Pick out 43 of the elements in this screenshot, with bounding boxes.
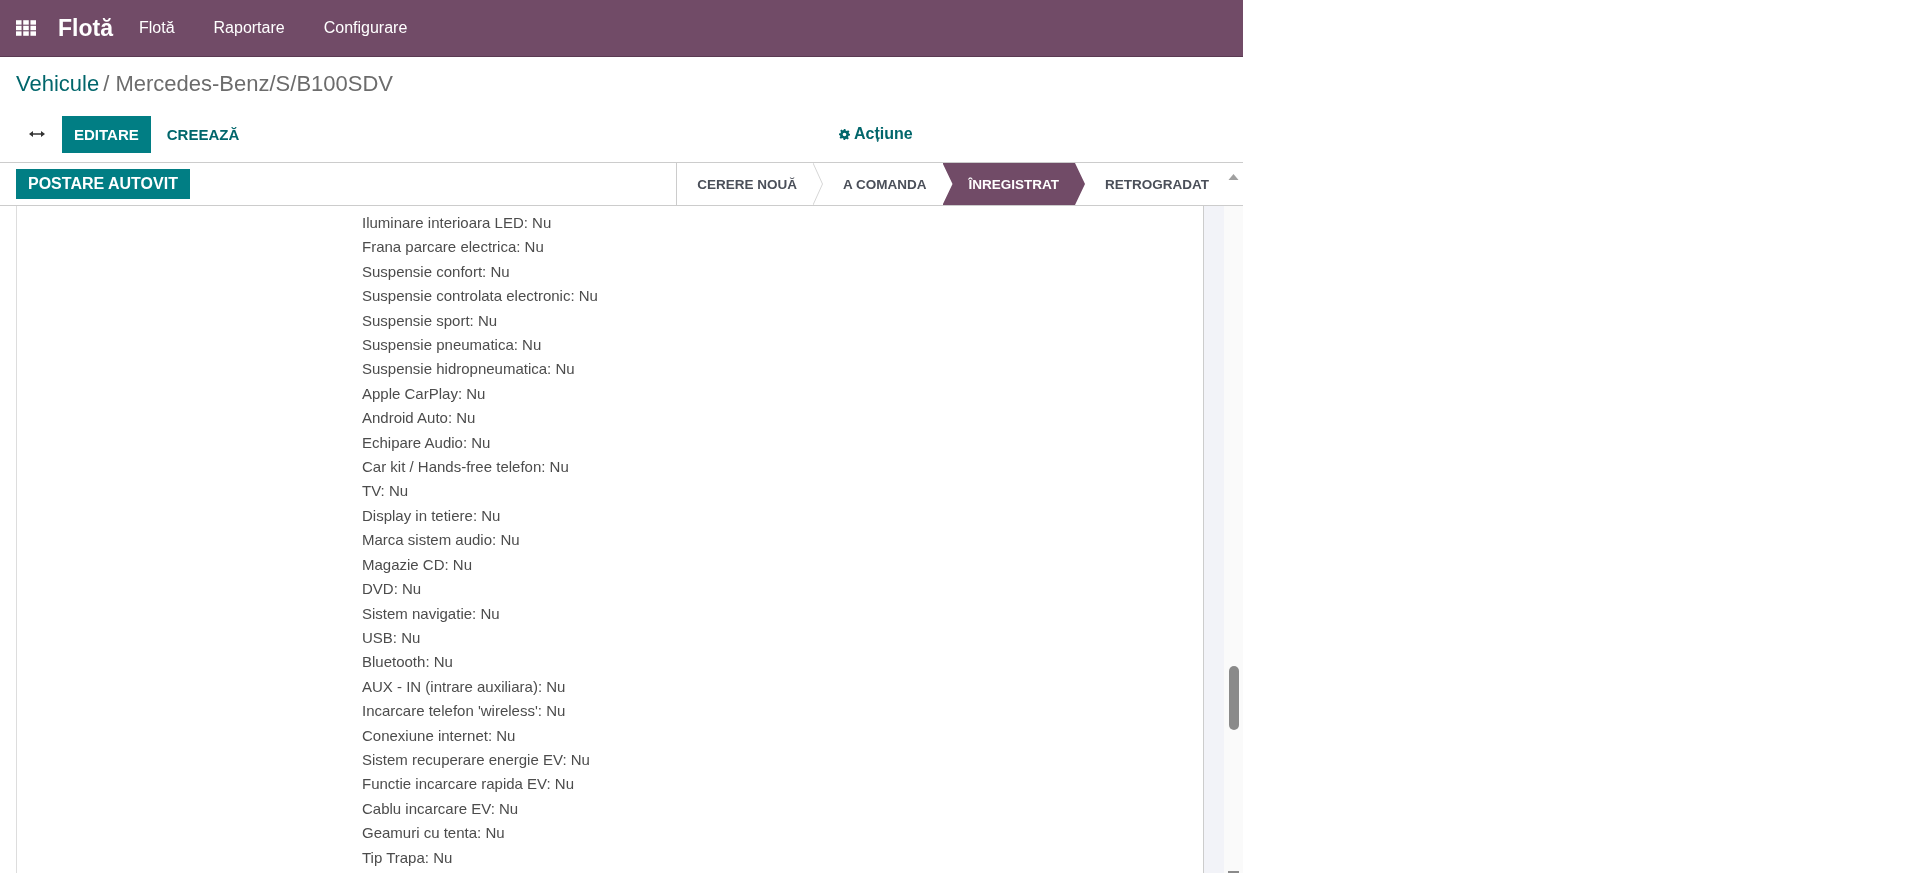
feature-line: Apple CarPlay: Nu [362, 383, 487, 404]
scroll-up-icon[interactable] [1228, 174, 1239, 180]
menu-item[interactable]: Flotă [138, 19, 175, 37]
app-name: Flotă [58, 14, 113, 42]
action-menu[interactable]: Acțiune [854, 125, 913, 143]
gear-icon [839, 128, 850, 140]
feature-line: Functie incarcare rapida EV: Nu [362, 774, 576, 795]
menu-item[interactable]: Configurare [323, 19, 408, 37]
feature-line: Sistem recuperare energie EV: Nu [362, 749, 591, 770]
feature-line: Suspensie controlata electronic: Nu [362, 286, 599, 307]
status-stage[interactable]: ÎNREGISTRAT [942, 163, 1085, 205]
breadcrumb-current: / Mercedes-Benz/S/B100SDV [103, 71, 393, 96]
feature-line: TV: Nu [362, 481, 410, 502]
feature-line: Conexiune internet: Nu [362, 725, 517, 746]
feature-line: Marca sistem audio: Nu [362, 530, 521, 551]
menu-item[interactable]: Raportare [213, 19, 285, 37]
scrollbar-thumb[interactable] [1228, 666, 1239, 730]
feature-line: Sistem navigatie: Nu [362, 603, 501, 624]
feature-line: Car kit / Hands-free telefon: Nu [362, 457, 570, 478]
feature-line: Geamuri cu tenta: Nu [362, 823, 506, 844]
feature-line: Incarcare telefon 'wireless': Nu [362, 701, 567, 722]
feature-line: Display in tetiere: Nu [362, 505, 502, 526]
feature-line: Magazie CD: Nu [362, 554, 474, 575]
breadcrumb-link[interactable]: Vehicule [16, 71, 100, 96]
feature-line: Tip Trapa: Nu [362, 847, 454, 868]
edit-button[interactable]: EDITARE [62, 115, 151, 153]
feature-line: AUX - IN (intrare auxiliara): Nu [362, 676, 567, 697]
feature-line: Android Auto: Nu [362, 408, 477, 429]
feature-line: Suspensie hidropneumatica: Nu [362, 359, 576, 380]
post-button[interactable]: POSTARE AUTOVIT [16, 169, 190, 199]
feature-line: Iluminare interioara LED: Nu [362, 213, 553, 233]
expand-icon[interactable] [29, 130, 45, 138]
feature-line: Suspensie pneumatica: Nu [362, 335, 543, 356]
feature-line: Frana parcare electrica: Nu [362, 237, 545, 258]
feature-line: Suspensie sport: Nu [362, 310, 499, 331]
feature-line: DVD: Nu [362, 579, 423, 600]
feature-line: Suspensie confort: Nu [362, 261, 511, 282]
app-grid-icon[interactable] [16, 20, 36, 36]
feature-line: Echipare Audio: Nu [362, 432, 492, 453]
create-button[interactable]: CREEAZĂ [150, 115, 256, 153]
feature-line: Bluetooth: Nu [362, 652, 454, 673]
feature-line: USB: Nu [362, 627, 422, 648]
feature-line: Cablu incarcare EV: Nu [362, 798, 520, 819]
